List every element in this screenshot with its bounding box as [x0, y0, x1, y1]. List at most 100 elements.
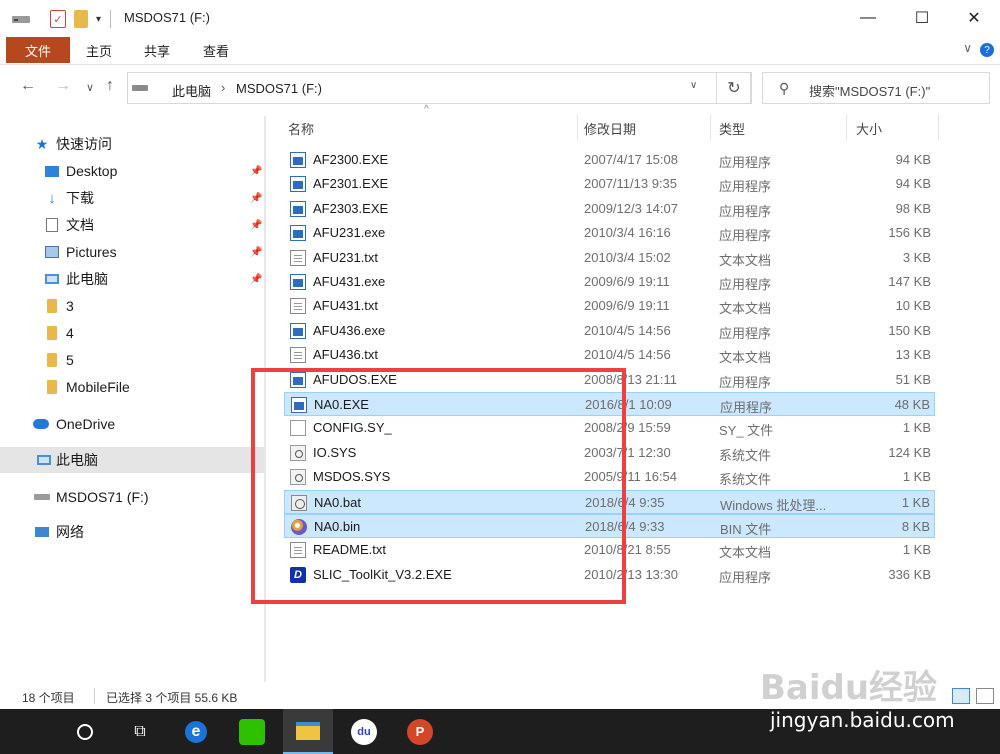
column-header-type[interactable]: 类型: [719, 119, 745, 138]
file-row[interactable]: AF2300.EXE 2007/4/17 15:08 应用程序 94 KB: [284, 148, 935, 172]
tab-home[interactable]: 主页: [86, 41, 112, 60]
sidebar-item-label: 此电脑: [66, 271, 108, 287]
file-row[interactable]: AFU436.txt 2010/4/5 14:56 文本文档 13 KB: [284, 343, 935, 367]
file-row[interactable]: AFU431.exe 2009/6/9 19:11 应用程序 147 KB: [284, 270, 935, 294]
file-name: AF2303.EXE: [313, 200, 389, 216]
wechat-icon[interactable]: [227, 709, 277, 754]
sidebar-item-onedrive[interactable]: OneDrive: [0, 411, 264, 437]
large-icons-view-button[interactable]: [976, 688, 994, 704]
close-button[interactable]: ✕: [948, 0, 1000, 36]
window-title: MSDOS71 (F:): [124, 10, 210, 25]
maximize-button[interactable]: ☐: [896, 0, 948, 36]
pin-icon[interactable]: 📌: [250, 166, 262, 177]
file-size: 156 KB: [888, 225, 931, 241]
star-icon: ★: [35, 135, 49, 152]
breadcrumb-separator[interactable]: ›: [221, 80, 225, 95]
application-icon: [290, 200, 306, 217]
sidebar-item-folder-4[interactable]: 4: [0, 320, 264, 346]
help-button[interactable]: ?: [980, 43, 994, 57]
file-size: 1 KB: [902, 542, 931, 558]
file-size: 48 KB: [894, 397, 930, 412]
file-size: 94 KB: [895, 152, 931, 167]
file-size: 94 KB: [895, 176, 931, 192]
sidebar-item-pictures[interactable]: Pictures 📌: [0, 239, 264, 265]
file-row[interactable]: AF2303.EXE 2009/12/3 14:07 应用程序 98 KB: [284, 197, 935, 221]
column-header-date[interactable]: 修改日期: [584, 119, 636, 138]
pin-icon[interactable]: 📌: [250, 274, 262, 285]
file-row[interactable]: AFU431.txt 2009/6/9 19:11 文本文档 10 KB: [284, 294, 935, 318]
tab-share[interactable]: 共享: [144, 41, 170, 60]
network-icon: [34, 524, 50, 540]
file-explorer-icon[interactable]: [283, 709, 333, 754]
pin-icon[interactable]: 📌: [250, 193, 262, 204]
column-divider[interactable]: [710, 114, 711, 140]
document-icon: [44, 217, 60, 233]
file-type: 文本文档: [719, 252, 772, 268]
column-divider[interactable]: [938, 114, 939, 140]
file-row[interactable]: AFU231.txt 2010/3/4 15:02 文本文档 3 KB: [284, 246, 935, 270]
new-folder-icon[interactable]: [74, 10, 88, 28]
pin-icon[interactable]: 📌: [250, 220, 262, 231]
sidebar-item-label: 3: [66, 298, 74, 314]
sidebar-item-desktop[interactable]: Desktop 📌: [0, 158, 264, 184]
sidebar-item-folder-5[interactable]: 5: [0, 347, 264, 373]
address-dropdown[interactable]: ∨: [690, 80, 697, 91]
cortana-icon[interactable]: [60, 709, 110, 754]
search-box[interactable]: ⚲ 搜索"MSDOS71 (F:)": [762, 72, 990, 104]
column-header-size[interactable]: 大小: [856, 119, 882, 138]
tab-view[interactable]: 查看: [203, 41, 229, 60]
sidebar-item-label: Pictures: [66, 244, 117, 260]
column-divider[interactable]: [846, 114, 847, 140]
column-headers: 名称 修改日期 类型 大小: [276, 114, 941, 140]
drive-icon: [12, 10, 32, 28]
breadcrumb-drive[interactable]: MSDOS71 (F:): [236, 81, 322, 96]
file-size: 147 KB: [888, 274, 931, 289]
ribbon-tabs: 文件 主页 共享 查看 ∨ ?: [0, 36, 1000, 64]
sidebar-item-documents[interactable]: 文档 📌: [0, 212, 264, 238]
sidebar-item-network[interactable]: 网络: [0, 519, 264, 545]
properties-icon[interactable]: ✓: [50, 10, 66, 28]
file-name: AFU436.exe: [313, 322, 386, 338]
sidebar-item-folder-3[interactable]: 3: [0, 293, 264, 319]
details-view-button[interactable]: [952, 688, 970, 704]
sidebar-item-mobilefile[interactable]: MobileFile: [0, 374, 264, 400]
address-bar[interactable]: 此电脑 › MSDOS71 (F:): [127, 72, 751, 104]
file-type: 文本文档: [719, 301, 772, 317]
application-icon: [290, 152, 306, 168]
task-view-icon[interactable]: ⧉: [115, 709, 165, 754]
file-row[interactable]: AF2301.EXE 2007/11/13 9:35 应用程序 94 KB: [284, 172, 935, 196]
file-name: AFU431.exe: [313, 274, 386, 289]
edge-icon[interactable]: e: [171, 709, 221, 754]
refresh-button[interactable]: ↻: [716, 72, 752, 104]
baidu-icon[interactable]: du: [339, 709, 389, 754]
file-name: AF2300.EXE: [313, 152, 389, 167]
quick-access-dropdown[interactable]: ▾: [96, 10, 101, 28]
tab-file[interactable]: 文件: [6, 37, 70, 63]
sidebar-item-downloads[interactable]: ↓ 下载 📌: [0, 185, 264, 211]
pin-icon[interactable]: 📌: [250, 247, 262, 258]
forward-button[interactable]: →: [55, 77, 71, 95]
recent-locations-button[interactable]: ∨: [86, 81, 94, 94]
powerpoint-icon[interactable]: P: [395, 709, 445, 754]
sidebar-item-msdos71[interactable]: MSDOS71 (F:): [0, 484, 264, 510]
expand-ribbon-button[interactable]: ∨: [963, 41, 972, 55]
watermark-url: jingyan.baidu.com: [770, 708, 955, 732]
column-header-name[interactable]: 名称: [288, 119, 314, 138]
file-row[interactable]: AFU231.exe 2010/3/4 16:16 应用程序 156 KB: [284, 221, 935, 245]
sidebar-item-this-pc[interactable]: 此电脑: [0, 447, 264, 473]
file-type: 文本文档: [719, 545, 772, 561]
column-divider[interactable]: [577, 114, 578, 140]
file-row[interactable]: AFU436.exe 2010/4/5 14:56 应用程序 150 KB: [284, 319, 935, 343]
file-date: 2007/11/13 9:35: [584, 176, 678, 192]
sidebar-item-this-pc-pinned[interactable]: 此电脑 📌: [0, 266, 264, 292]
file-type: 系统文件: [719, 472, 772, 488]
minimize-button[interactable]: —: [842, 0, 894, 36]
back-button[interactable]: ←: [20, 77, 36, 95]
computer-icon: [36, 452, 52, 468]
navigation-pane: ★ 快速访问 Desktop 📌 ↓ 下载 📌 文档 📌 Pictures 📌 …: [0, 116, 266, 682]
up-button[interactable]: ↑: [106, 77, 114, 95]
sidebar-item-quick-access[interactable]: ★ 快速访问: [0, 131, 264, 157]
breadcrumb-this-pc[interactable]: 此电脑: [172, 81, 211, 100]
file-type: 系统文件: [719, 447, 772, 463]
file-size: 13 KB: [895, 347, 931, 363]
